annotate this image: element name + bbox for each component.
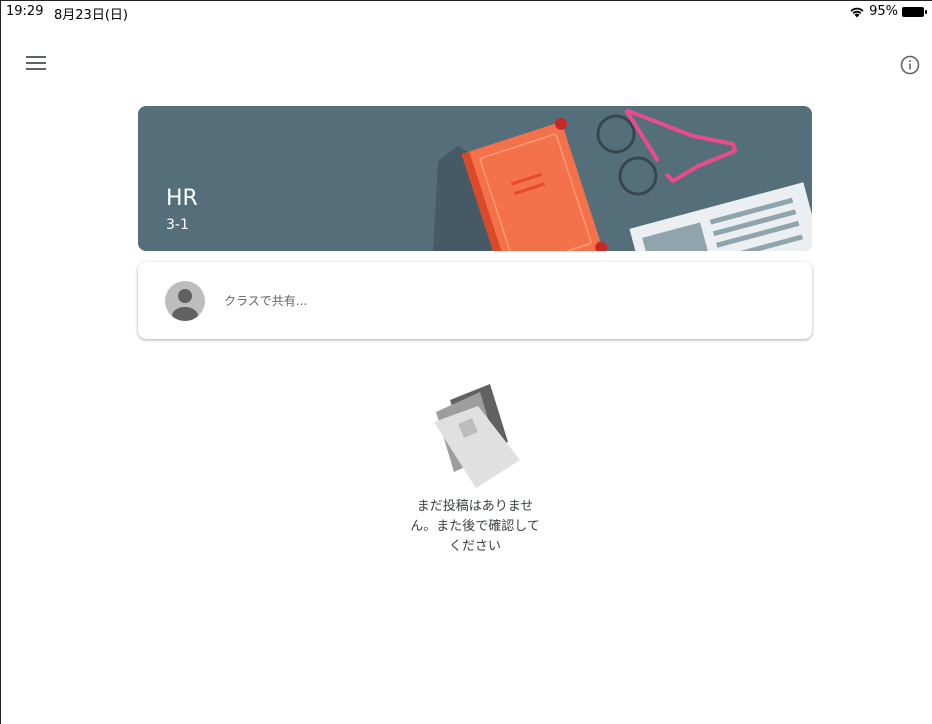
info-button[interactable] [900, 55, 920, 75]
status-bar: 19:29 8月23日(日) 95% [6, 4, 927, 23]
class-banner[interactable]: HR 3-1 [138, 106, 812, 251]
status-right: 95% [849, 4, 927, 19]
avatar [165, 281, 205, 321]
class-section: 3-1 [166, 217, 189, 233]
empty-state-message: まだ投稿はありませ ん。また後で確認して ください [410, 499, 540, 554]
book-glasses-newspaper-illustration [433, 108, 812, 251]
share-with-class-box[interactable]: クラスで共有... [138, 262, 812, 339]
empty-papers-illustration [434, 384, 520, 488]
class-title: HR [166, 186, 198, 211]
menu-line [26, 62, 46, 64]
menu-line [26, 68, 46, 70]
wifi-icon [850, 7, 864, 17]
status-date: 8月23日(日) [54, 8, 128, 23]
hamburger-menu-icon [26, 56, 46, 58]
battery-percent: 95% [869, 4, 898, 19]
battery-icon [902, 6, 927, 17]
menu-button[interactable] [26, 56, 48, 72]
default-user-icon [172, 289, 198, 321]
status-time: 19:29 [6, 4, 44, 19]
share-placeholder: クラスで共有... [224, 294, 308, 308]
info-icon [900, 55, 920, 75]
